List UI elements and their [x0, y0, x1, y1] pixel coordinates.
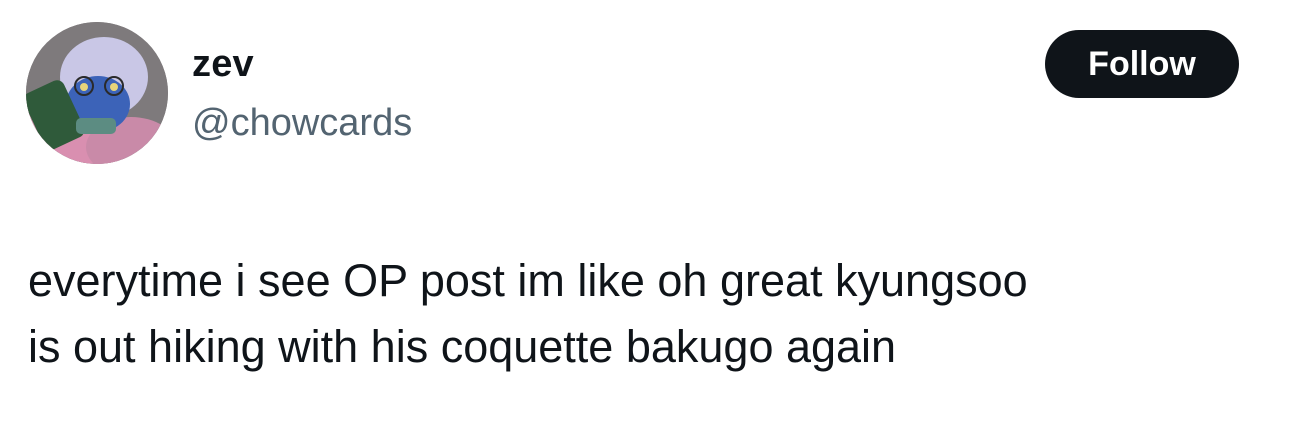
tweet-text-line: is out hiking with his coquette bakugo a… — [28, 321, 897, 372]
follow-button[interactable]: Follow — [1045, 30, 1239, 98]
display-name[interactable]: zev — [192, 42, 254, 86]
tweet-card: zev @chowcards Follow everytime i see OP… — [0, 0, 1290, 429]
avatar-image — [26, 22, 168, 164]
avatar[interactable] — [26, 22, 168, 164]
user-handle[interactable]: @chowcards — [192, 100, 412, 146]
tweet-text-line: everytime i see OP post im like oh great… — [28, 255, 1028, 306]
tweet-text: everytime i see OP post im like oh great… — [28, 248, 1268, 380]
